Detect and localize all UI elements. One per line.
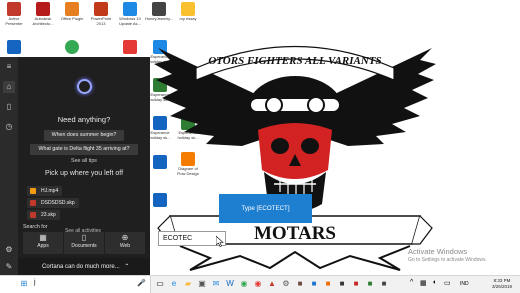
- activate-windows-watermark: Activate Windows Go to Settings to activ…: [408, 247, 487, 263]
- windows-icon: [123, 2, 137, 16]
- app-taskbar-icon[interactable]: ◉: [252, 278, 264, 290]
- desktop-icon-office-plugin[interactable]: Office Plugin: [58, 2, 86, 22]
- goggles: [249, 97, 341, 113]
- chrome-taskbar-icon[interactable]: ◉: [238, 278, 250, 290]
- app3-taskbar-icon[interactable]: ■: [308, 278, 320, 290]
- clock-icon[interactable]: ◷: [3, 121, 15, 133]
- desktop-icon-autodesk[interactable]: Autodesk Architectu...: [29, 2, 57, 26]
- start-button-icon[interactable]: ⊞: [18, 278, 30, 290]
- search-filter-tiles: ▦ Apps ▯ Documents ⊕ Web: [23, 232, 145, 254]
- app5-taskbar-icon[interactable]: ■: [336, 278, 348, 290]
- recent-file-item[interactable]: DSDSDSD.skp: [27, 198, 79, 208]
- see-all-tips-link[interactable]: See all tips: [18, 158, 150, 164]
- document-icon: ▯: [81, 233, 87, 242]
- desktop-icon-honeyjewelry[interactable]: HoneyJewelry...: [145, 2, 173, 22]
- office-plugin-icon: [65, 2, 79, 16]
- notification-tray-icon[interactable]: ▭: [444, 279, 451, 287]
- cortana-more-label: Cortana can do much more... ⌃: [42, 264, 130, 270]
- search-input[interactable]: j: [34, 279, 36, 286]
- file-icon: [152, 2, 166, 16]
- microphone-icon[interactable]: 🎤: [137, 279, 146, 287]
- folder-icon: [181, 2, 195, 16]
- app-icon: [123, 40, 137, 54]
- desktop-icon-chrome[interactable]: [58, 40, 86, 55]
- desktop-icon-active-presenter[interactable]: Active Presenter: [0, 2, 28, 26]
- network-icon[interactable]: ▦: [420, 279, 427, 287]
- chrome-icon: [65, 40, 79, 54]
- app2-taskbar-icon[interactable]: ■: [294, 278, 306, 290]
- desktop-icon-app-row2[interactable]: [116, 40, 144, 55]
- apps-grid-icon: ▦: [39, 233, 47, 242]
- taskbar: j 🎤 ⊞ ▭ e ▰ ▣ ✉ W ◉ ◉ ▲ ⚙ ■ ■ ■ ■ ■ ■ ■ …: [0, 275, 520, 293]
- recent-file-item[interactable]: HJ.mp4: [27, 186, 63, 196]
- mail-icon[interactable]: ✉: [210, 278, 222, 290]
- documents-tile[interactable]: ▯ Documents: [64, 232, 104, 254]
- tray-chevron-icon[interactable]: ^: [410, 279, 413, 286]
- app6-taskbar-icon[interactable]: ■: [350, 278, 362, 290]
- cortana-content: Need anything? When does summer begin? W…: [18, 57, 150, 275]
- sketchup-file-icon: [30, 200, 36, 206]
- video-file-icon: [30, 188, 36, 194]
- app7-taskbar-icon[interactable]: ■: [364, 278, 376, 290]
- desktop-icon-windows-update[interactable]: Windows 10 Update As...: [116, 2, 144, 26]
- language-indicator[interactable]: IND: [460, 281, 469, 287]
- skull-red-face: [258, 123, 332, 179]
- store-icon[interactable]: ▣: [196, 278, 208, 290]
- desktop-icon-powerpoint[interactable]: PowerPoint 2013: [87, 2, 115, 26]
- cortana-more-bar[interactable]: Cortana can do much more... ⌃: [18, 258, 150, 275]
- photoshop-icon: [7, 40, 21, 54]
- taskbar-clock[interactable]: 8:33 PM 3/26/2019: [492, 278, 512, 290]
- sketchup-file-icon: [30, 212, 36, 218]
- cortana-rail: ≡ ⌂ ▯ ◷ ⚙ ✎: [0, 57, 18, 275]
- active-presenter-taskbar-icon[interactable]: ▲: [266, 278, 278, 290]
- suggestion-chip[interactable]: When does summer begin?: [44, 130, 124, 141]
- cortana-panel: ≡ ⌂ ▯ ◷ ⚙ ✎ Need anything? When does sum…: [0, 57, 150, 275]
- volume-icon[interactable]: ◖: [432, 279, 436, 286]
- edge-icon[interactable]: e: [168, 278, 180, 290]
- file-explorer-icon[interactable]: ▰: [182, 278, 194, 290]
- mouse-cursor-icon: [216, 236, 224, 247]
- suggestion-chip[interactable]: What gate is Delta flight 35 arriving at…: [30, 144, 138, 155]
- notebook-icon[interactable]: ▯: [3, 101, 15, 113]
- apps-tile[interactable]: ▦ Apps: [23, 232, 63, 254]
- banner-bottom-text: MOTARS: [254, 223, 336, 244]
- hamburger-menu-icon[interactable]: ≡: [3, 61, 15, 73]
- tooltip: Type [ECOTECT]: [219, 194, 312, 223]
- cortana-heading: Need anything?: [57, 115, 111, 124]
- settings-gear-icon[interactable]: ⚙: [3, 244, 15, 256]
- app4-taskbar-icon[interactable]: ■: [322, 278, 334, 290]
- chevron-up-icon: ⌃: [124, 264, 130, 270]
- word-taskbar-icon[interactable]: W: [224, 278, 236, 290]
- powerpoint-icon: [94, 2, 108, 16]
- home-icon[interactable]: ⌂: [3, 81, 15, 93]
- desktop-icon-photoshop[interactable]: [0, 40, 28, 55]
- web-tile[interactable]: ⊕ Web: [105, 232, 145, 254]
- search-for-label: Search for: [23, 224, 48, 230]
- feedback-icon[interactable]: ✎: [3, 261, 15, 273]
- active-presenter-icon: [7, 2, 21, 16]
- settings-taskbar-icon[interactable]: ⚙: [280, 278, 292, 290]
- desktop-icon-my-essay[interactable]: my essay: [174, 2, 202, 22]
- app8-taskbar-icon[interactable]: ■: [378, 278, 390, 290]
- globe-icon: ⊕: [121, 233, 129, 242]
- autodesk-icon: [36, 2, 50, 16]
- pickup-heading: Pick up where you left off: [44, 170, 124, 177]
- task-view-icon[interactable]: ▭: [154, 278, 166, 290]
- banner-top-text: OTORS FIGHTERS ALL VARIANTS: [208, 55, 381, 67]
- recent-file-item[interactable]: 23.skp: [27, 210, 60, 220]
- cortana-ring-icon: [77, 79, 92, 94]
